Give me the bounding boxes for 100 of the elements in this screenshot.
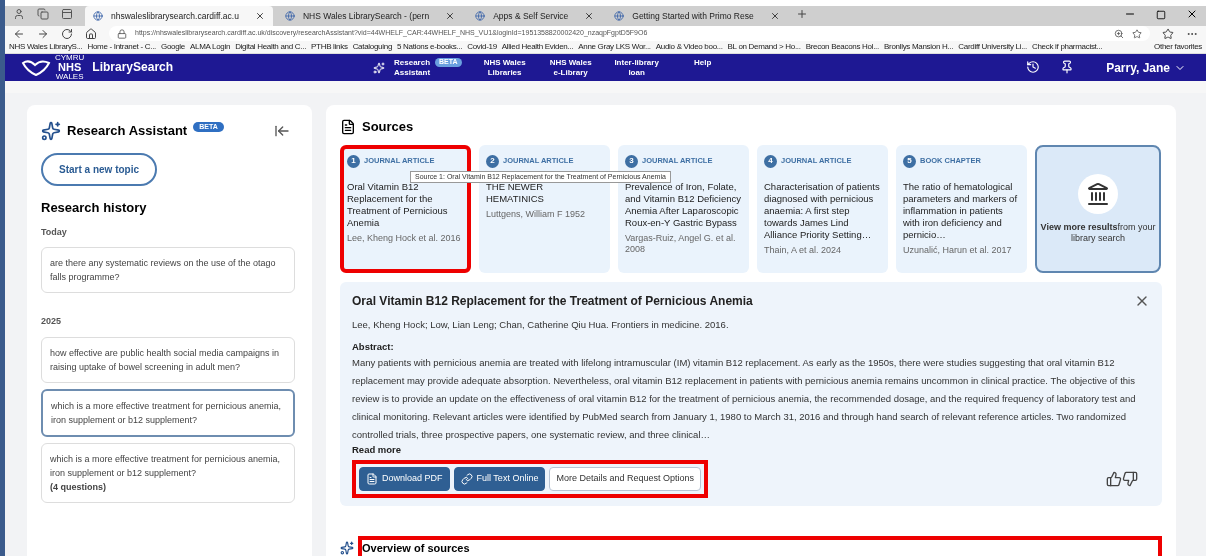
section-heading: Sources	[362, 118, 414, 136]
nav-link[interactable]: Inter-library loan	[613, 58, 660, 78]
number-badge: 2	[486, 154, 499, 168]
group-label: Today	[41, 225, 68, 239]
tab-actions-icon[interactable]	[61, 8, 73, 20]
bookmark-link[interactable]: Allied Health Eviden...	[501, 41, 574, 53]
bookmark-link[interactable]: Brecon Beacons Hol...	[805, 41, 879, 53]
sparkle-icon	[373, 62, 386, 74]
number-badge: 1	[347, 154, 360, 168]
new-tab-icon[interactable]	[795, 8, 808, 20]
action-button[interactable]: More Details and Request Options	[549, 467, 701, 491]
close-icon[interactable]	[584, 11, 595, 21]
number-badge: 3	[625, 154, 638, 168]
source-authors: Uzunalić, Harun et al. 2017	[903, 244, 1013, 256]
view-more-card[interactable]: View more resultsfrom your library search	[1035, 144, 1161, 273]
source-authors: Thain, A et al. 2024	[764, 244, 843, 256]
zoom-icon[interactable]	[1114, 28, 1124, 39]
bookmark-link[interactable]: Check if pharmacist...	[1031, 41, 1103, 53]
source-title: The ratio of hematological parameters and markers of inflammation in patients with iron deficiency and pernicio…	[903, 180, 1019, 241]
nav-link[interactable]: NHS Wales Libraries	[481, 58, 528, 78]
source-title: Characterisation of patients diagnosed with pernicious anaemia: A first step towards James Lind Alliance Priority Setting…	[764, 180, 881, 241]
bookmark-link[interactable]: Audio & Video boo...	[655, 41, 723, 53]
document-icon	[366, 473, 378, 485]
logo-text: NHS	[58, 62, 82, 73]
bookmark-link[interactable]: Anne Gray LKS Wor...	[578, 41, 651, 53]
favorites-icon[interactable]	[1162, 27, 1174, 40]
section-heading: Research history	[41, 199, 148, 217]
site-icon	[93, 11, 103, 21]
nav-link[interactable]: Help	[679, 58, 726, 68]
bookmark-link[interactable]: Covid-19	[467, 41, 497, 53]
bookmark-link[interactable]: Cardiff University Li...	[958, 41, 1027, 53]
workspaces-icon[interactable]	[37, 8, 49, 20]
history-item[interactable]: which is a more effective treatment for pernicious anemia, iron supplement or b12 supplement?	[41, 388, 295, 437]
tab-title: Getting Started with Primo Rese	[632, 9, 754, 23]
maximize-icon[interactable]	[1156, 10, 1166, 20]
section-heading: Overview of sources	[358, 536, 1162, 556]
close-icon[interactable]	[254, 11, 265, 21]
close-icon[interactable]	[769, 11, 780, 21]
action-button[interactable]: Download PDF	[359, 467, 450, 491]
bookmark-link[interactable]: 5 Nations e-books...	[397, 41, 463, 53]
browser-tab[interactable]: Apps & Self Service	[467, 6, 603, 26]
profile-icon[interactable]	[13, 8, 25, 20]
browser-tab[interactable]: nhswaleslibrarysearch.cardiff.ac.u	[85, 6, 273, 26]
abstract-text: Many patients with pernicious anemia are treated with lifelong intramuscular (IM) vitamin B12 replacement. As early as the 1950s, there were studies suggesting that oral vitamin B12 replacement may provide adequate absorption. Nevertheless, oral vitamin B12 replacement in patients with pernicious anemia remains uncommon in clinical practice. The objective of this review is to provide an update on the effectiveness of oral vitamin B12 for the treatment of pernicious anemia, the recommended dosage, and the required frequency of laboratory test and clinical monitoring. Relevant articles were identified by PubMed search from January 1, 1980 to March 31, 2016 and through hand search of relevant reference articles. Two randomized controlled trials, three prospective papers, one systematic review, and three clinical…	[352, 356, 1137, 442]
site-icon	[475, 11, 486, 21]
bookmark-link[interactable]: PTHB links	[311, 41, 348, 53]
history-item[interactable]: which is a more effective treatment for pernicious anemia, iron supplement or b12 supplement? (4 questions)	[41, 442, 295, 503]
bookmark-link[interactable]: NHS Wales LibraryS...	[9, 41, 83, 53]
group-label: 2025	[41, 315, 63, 328]
citation-text: Lee, Kheng Hock; Low, Lian Leng; Chan, Catherine Qiu Hua. Frontiers in medicine. 2016.	[352, 317, 730, 332]
bookmark-link[interactable]: Bronllys Mansion H...	[884, 41, 954, 53]
library-icon	[1086, 181, 1110, 206]
bookmark-link[interactable]: BL on Demand > Ho...	[727, 41, 801, 53]
tab-title: Apps & Self Service	[493, 9, 569, 23]
bookmark-link[interactable]: ALMA Login	[190, 41, 231, 53]
close-icon[interactable]	[1186, 8, 1198, 20]
tab-title: NHS Wales LibrarySearch - (pern	[302, 9, 430, 23]
thumbs-down-icon[interactable]	[1122, 471, 1138, 487]
bookmark-link[interactable]: Home - Intranet - C...	[87, 41, 156, 53]
site-icon	[284, 11, 295, 21]
source-title: Prevalence of Iron, Folate, and Vitamin B12 Deficiency Anemia After Laparoscopic Roux-en-Y Gastric Bypass	[625, 180, 742, 229]
source-title: THE NEWER HEMATINICS	[486, 180, 545, 205]
new-topic-button[interactable]: Start a new topic	[41, 153, 157, 186]
site-icon	[614, 11, 625, 21]
forward-icon[interactable]	[37, 27, 49, 40]
list-icon	[340, 118, 356, 135]
star-icon[interactable]	[1132, 28, 1142, 39]
history-icon[interactable]	[1026, 60, 1041, 74]
read-more-link[interactable]: Read more	[352, 444, 402, 456]
user-menu[interactable]: Parry, Jane	[1106, 59, 1186, 77]
lock-icon	[117, 28, 127, 39]
browser-tab[interactable]: NHS Wales LibrarySearch - (pern	[276, 6, 464, 26]
pin-icon[interactable]	[1060, 60, 1075, 74]
bookmark-link[interactable]: Cataloguing	[352, 41, 393, 53]
bookmark-link[interactable]: Google	[161, 41, 185, 53]
bookmark-link[interactable]: Digital Health and C...	[235, 41, 307, 53]
home-icon[interactable]	[85, 27, 97, 40]
article-title: Oral Vitamin B12 Replacement for the Treatment of Pernicious Anemia	[352, 292, 754, 310]
action-button[interactable]: Full Text Online	[453, 467, 546, 491]
abstract-label: Abstract:	[352, 339, 395, 354]
back-icon[interactable]	[13, 27, 25, 40]
nav-link[interactable]: NHS Wales e-Library	[547, 58, 594, 78]
tab-title: nhswaleslibrarysearch.cardiff.ac.u	[111, 9, 239, 23]
close-icon[interactable]	[445, 11, 456, 21]
history-item[interactable]: how effective are public health social media campaigns in raising uptake of bowel screening in adult men?	[41, 336, 295, 383]
source-authors: Lee, Kheng Hock et al. 2016	[347, 232, 462, 244]
browser-tab[interactable]: Getting Started with Primo Rese	[606, 6, 788, 26]
other-favorites-link[interactable]: Other favorites	[1154, 41, 1202, 53]
source-authors: Vargas-Ruiz, Angel G. et al. 2008	[625, 232, 737, 255]
link-icon	[460, 473, 473, 485]
thumbs-up-icon[interactable]	[1106, 471, 1122, 487]
history-item[interactable]: are there any systematic reviews on the use of the otago falls programme?	[41, 247, 295, 293]
panel-title: Research Assistant	[67, 122, 188, 141]
refresh-icon[interactable]	[61, 27, 73, 40]
sparkle-icon	[340, 541, 354, 556]
brand-title: LibrarySearch	[92, 59, 174, 76]
number-badge: 4	[764, 154, 777, 168]
collapse-icon[interactable]	[274, 123, 290, 139]
source-authors: Luttgens, William F 1952	[486, 208, 587, 220]
logo-text: WALES	[55, 73, 84, 81]
